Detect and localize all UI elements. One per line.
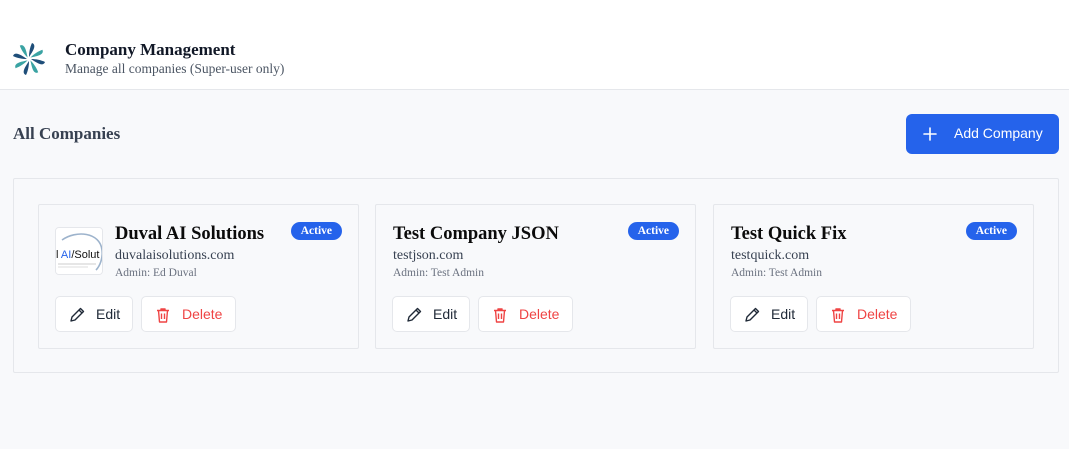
trash-icon <box>494 308 506 323</box>
company-name: Test Quick Fix <box>731 224 847 244</box>
pencil-icon <box>70 307 85 322</box>
edit-label: Edit <box>771 306 796 322</box>
company-admin: Admin: Test Admin <box>731 267 822 279</box>
pencil-icon <box>407 307 422 322</box>
page-subtitle: Manage all companies (Super-user only) <box>65 61 285 76</box>
status-badge: Active <box>290 222 342 240</box>
plus-icon <box>923 127 937 141</box>
company-logo-image: l AI/Solut <box>56 228 102 274</box>
page-title: Company Management <box>65 40 236 59</box>
pencil-icon <box>745 307 760 322</box>
company-name: Test Company JSON <box>393 224 559 244</box>
svg-text:l AI/Solut: l AI/Solut <box>56 249 99 261</box>
add-company-label: Add Company <box>954 125 1043 141</box>
company-logo: l AI/Solut <box>55 227 103 275</box>
company-admin: Admin: Ed Duval <box>115 267 197 279</box>
company-card: Test Quick Fix testquick.com Admin: Test… <box>713 204 1034 349</box>
company-card: l AI/Solut Duval AI Solutions duvalaisol… <box>38 204 359 349</box>
delete-button[interactable]: Delete <box>478 296 573 332</box>
status-badge: Active <box>965 222 1017 240</box>
company-card: Test Company JSON testjson.com Admin: Te… <box>375 204 696 349</box>
section-title: All Companies <box>13 124 121 143</box>
page-header: Company Management Manage all companies … <box>0 0 1069 90</box>
add-company-button[interactable]: Add Company <box>906 114 1059 154</box>
edit-label: Edit <box>433 306 458 322</box>
delete-label: Delete <box>182 306 223 322</box>
edit-label: Edit <box>96 306 121 322</box>
delete-button[interactable]: Delete <box>141 296 236 332</box>
company-admin: Admin: Test Admin <box>393 267 484 279</box>
trash-icon <box>832 308 844 323</box>
delete-label: Delete <box>857 306 898 322</box>
delete-label: Delete <box>519 306 560 322</box>
edit-button[interactable]: Edit <box>392 296 470 332</box>
company-domain: duvalaisolutions.com <box>115 248 235 263</box>
companies-panel: l AI/Solut Duval AI Solutions duvalaisol… <box>13 178 1059 373</box>
edit-button[interactable]: Edit <box>730 296 808 332</box>
edit-button[interactable]: Edit <box>55 296 133 332</box>
pinwheel-logo-icon <box>13 43 45 75</box>
company-name: Duval AI Solutions <box>115 224 265 244</box>
trash-icon <box>157 308 169 323</box>
company-domain: testquick.com <box>731 248 810 263</box>
delete-button[interactable]: Delete <box>816 296 911 332</box>
company-domain: testjson.com <box>393 248 464 263</box>
status-badge: Active <box>627 222 679 240</box>
